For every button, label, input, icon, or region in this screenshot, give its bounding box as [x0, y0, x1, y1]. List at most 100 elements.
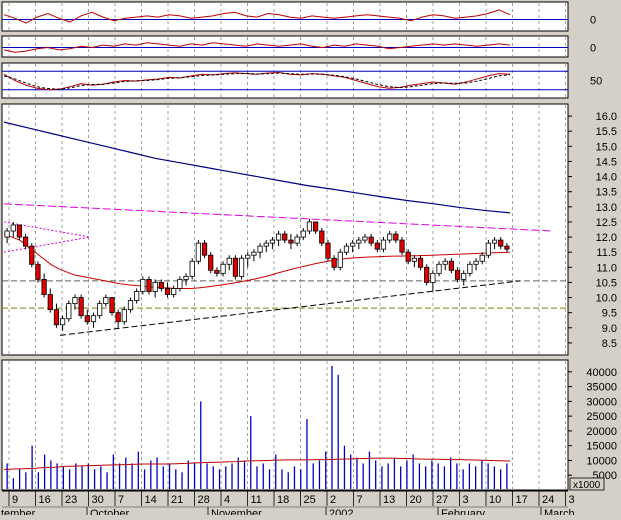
- volume-tick-label: 20000: [586, 426, 617, 438]
- x-tick-label: 2: [330, 494, 336, 506]
- price-tick-label: 13.5: [596, 187, 617, 199]
- candle-down: [164, 288, 171, 295]
- candle-up: [189, 260, 195, 277]
- candle-up: [72, 297, 78, 304]
- candle-down: [405, 251, 411, 262]
- candle-up: [387, 233, 393, 241]
- candle-up: [411, 257, 417, 262]
- candle-up: [461, 272, 467, 280]
- x-tick-label: 7: [357, 494, 363, 506]
- candle-up: [245, 254, 251, 259]
- candle-up: [343, 245, 350, 253]
- candle-down: [313, 221, 319, 232]
- price-tick-label: 11.5: [596, 247, 617, 259]
- x-tick-label: 28: [198, 494, 210, 506]
- candle-up: [356, 239, 362, 244]
- candle-down: [288, 239, 294, 244]
- candle-up: [306, 221, 313, 232]
- price-tick-label: 15.5: [596, 126, 617, 138]
- x-tick-label: 10: [489, 494, 501, 506]
- candle-up: [467, 263, 473, 274]
- price-tick-label: 8.5: [602, 338, 617, 350]
- candle-up: [251, 251, 257, 256]
- candle-up: [226, 257, 232, 265]
- candle-up: [177, 278, 183, 289]
- oscillator-1-tick-label: 0: [590, 15, 596, 27]
- candle-down: [84, 315, 90, 323]
- month-label: February: [441, 508, 486, 515]
- x-tick-label: 25: [304, 494, 316, 506]
- candle-up: [171, 288, 177, 295]
- candle-up: [90, 315, 97, 323]
- candle-up: [134, 291, 140, 301]
- candle-up: [479, 254, 485, 262]
- volume-tick-label: 40000: [586, 367, 617, 379]
- candle-up: [436, 263, 442, 274]
- month-label: 2002: [329, 508, 353, 515]
- x-tick-label: 14: [145, 494, 157, 506]
- candle-down: [368, 236, 374, 244]
- x-tick-label: 17: [516, 494, 528, 506]
- candle-up: [380, 239, 387, 250]
- candle-down: [498, 239, 504, 247]
- candle-up: [195, 242, 201, 262]
- candle-up: [140, 278, 146, 292]
- candle-up: [127, 300, 134, 311]
- candle-down: [448, 260, 454, 271]
- volume-unit-label: x1000: [573, 480, 601, 491]
- candle-down: [504, 245, 510, 250]
- x-tick-label: 11: [251, 494, 262, 506]
- volume-tick-label: 30000: [586, 396, 617, 408]
- candle-up: [121, 309, 127, 323]
- candle-down: [374, 242, 380, 250]
- stock-chart: 0 0 50 8.5 9.0 9.5 10.0 10.5 11.0 11.5 12.0 12.5 13.…: [0, 0, 621, 520]
- candle-up: [269, 239, 276, 244]
- price-tick-label: 15.0: [596, 141, 617, 153]
- candle-down: [47, 294, 53, 311]
- price-tick-label: 16.0: [596, 111, 617, 123]
- volume-tick-label: 10000: [586, 455, 617, 467]
- x-tick-label: 4: [224, 494, 230, 506]
- candle-down: [41, 278, 47, 295]
- candle-down: [35, 263, 41, 280]
- price-tick-label: 10.5: [596, 277, 617, 289]
- candle-up: [60, 318, 66, 326]
- candle-down: [424, 266, 430, 283]
- chart-canvas: 0 0 50 8.5 9.0 9.5 10.0 10.5 11.0 11.5 12.0 12.5 13.…: [1, 1, 617, 520]
- candle-down: [399, 239, 405, 253]
- candle-down: [29, 245, 35, 265]
- candle-down: [232, 257, 239, 277]
- price-tick-label: 12.5: [596, 217, 617, 229]
- candle-down: [208, 254, 214, 271]
- price-tick-label: 14.5: [596, 156, 617, 168]
- candle-up: [4, 230, 10, 238]
- candle-up: [275, 233, 282, 241]
- candle-down: [282, 233, 288, 241]
- x-tick-label: 3: [463, 494, 469, 506]
- x-tick-label: 3: [569, 494, 575, 506]
- x-tick-label: 30: [92, 494, 104, 506]
- x-tick-label: 13: [383, 494, 395, 506]
- candle-up: [66, 303, 72, 320]
- x-tick-label: 18: [277, 494, 289, 506]
- x-tick-label: 16: [39, 494, 51, 506]
- candle-up: [300, 230, 306, 238]
- candle-up: [430, 272, 436, 283]
- candle-up: [257, 245, 263, 253]
- candle-down: [16, 224, 23, 238]
- candle-down: [393, 233, 399, 241]
- candle-up: [152, 282, 158, 292]
- candle-up: [97, 303, 103, 317]
- candle-down: [201, 242, 208, 256]
- candle-up: [220, 263, 226, 274]
- candle-up: [485, 242, 492, 256]
- volume-tick-label: 15000: [586, 441, 617, 453]
- candle-down: [22, 236, 29, 247]
- candle-down: [53, 309, 60, 326]
- stochastic-frame: [1, 62, 569, 99]
- candle-up: [473, 260, 479, 265]
- x-tick-label: 23: [65, 494, 77, 506]
- candle-up: [442, 260, 448, 265]
- x-tick-label: 9: [12, 494, 18, 506]
- candle-up: [294, 236, 300, 244]
